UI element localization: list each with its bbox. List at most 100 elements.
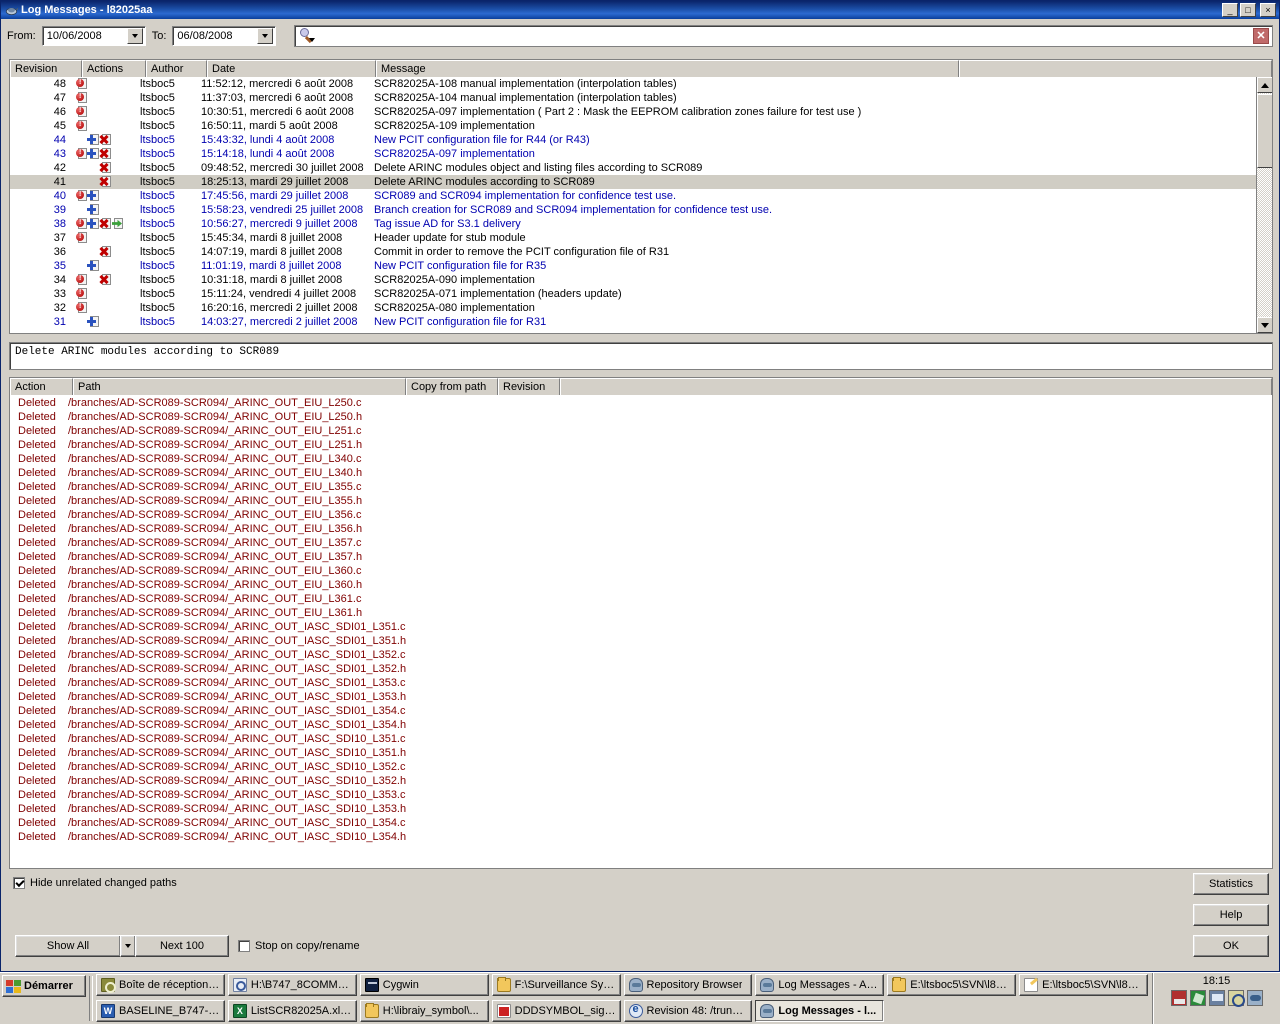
search-input[interactable]	[316, 28, 1253, 44]
taskbar-button[interactable]: H:\B747_8COMMU...	[227, 973, 357, 996]
log-table-row[interactable]: 41 ltsboc5 18:25:13, mardi 29 juillet 2008…	[10, 175, 1272, 189]
close-button[interactable]: ×	[1260, 3, 1276, 17]
clock[interactable]: 18:15	[1203, 975, 1231, 987]
paths-table-row[interactable]: Deleted/branches/AD-SCR089-SCR094/_ARINC…	[10, 746, 1272, 760]
paths-table-row[interactable]: Deleted/branches/AD-SCR089-SCR094/_ARINC…	[10, 718, 1272, 732]
from-date-picker[interactable]: 10/06/2008	[41, 26, 146, 46]
paths-table-row[interactable]: Deleted/branches/AD-SCR089-SCR094/_ARINC…	[10, 578, 1272, 592]
hide-unrelated-changed-paths-checkbox[interactable]: Hide unrelated changed paths	[13, 877, 177, 889]
log-table-row[interactable]: 42 ltsboc5 09:48:52, mercredi 30 juillet 2…	[10, 161, 1272, 175]
show-all-split-button[interactable]: Show All	[15, 935, 136, 957]
display-icon[interactable]	[1208, 990, 1225, 1006]
network-icon[interactable]	[1170, 990, 1187, 1006]
paths-table-row[interactable]: Deleted/branches/AD-SCR089-SCR094/_ARINC…	[10, 648, 1272, 662]
log-table-body[interactable]: 48 ltsboc5 11:52:12, mercredi 6 août 2008 S…	[10, 77, 1272, 333]
paths-table-body[interactable]: Deleted/branches/AD-SCR089-SCR094/_ARINC…	[10, 395, 1272, 868]
checkbox-indicator[interactable]	[238, 940, 250, 952]
column-header-author[interactable]: Author	[146, 60, 207, 77]
paths-table-row[interactable]: Deleted/branches/AD-SCR089-SCR094/_ARINC…	[10, 830, 1272, 844]
stop-on-copy-rename-checkbox[interactable]: Stop on copy/rename	[238, 940, 360, 952]
next-100-button[interactable]: Next 100	[135, 935, 229, 957]
chevron-down-icon[interactable]	[257, 28, 274, 44]
taskbar-button[interactable]: Log Messages - l...	[755, 999, 885, 1022]
paths-table-row[interactable]: Deleted/branches/AD-SCR089-SCR094/_ARINC…	[10, 606, 1272, 620]
start-button[interactable]: Démarrer	[2, 975, 86, 997]
log-table-row[interactable]: 38 ltsboc5 10:56:27, mercredi 9 juillet 20…	[10, 217, 1272, 231]
scroll-down-icon[interactable]	[1257, 317, 1272, 333]
paths-table-row[interactable]: Deleted/branches/AD-SCR089-SCR094/_ARINC…	[10, 452, 1272, 466]
column-header-revision[interactable]: Revision	[498, 378, 560, 395]
taskbar-button[interactable]: F:\Surveillance Syst...	[491, 973, 621, 996]
paths-table-row[interactable]: Deleted/branches/AD-SCR089-SCR094/_ARINC…	[10, 480, 1272, 494]
paths-table-row[interactable]: Deleted/branches/AD-SCR089-SCR094/_ARINC…	[10, 774, 1272, 788]
paths-table-row[interactable]: Deleted/branches/AD-SCR089-SCR094/_ARINC…	[10, 704, 1272, 718]
scrollbar-thumb[interactable]	[1257, 94, 1272, 168]
log-table-row[interactable]: 36 ltsboc5 14:07:19, mardi 8 juillet 2008 C…	[10, 245, 1272, 259]
paths-table-row[interactable]: Deleted/branches/AD-SCR089-SCR094/_ARINC…	[10, 494, 1272, 508]
log-table-row[interactable]: 39 ltsboc5 15:58:23, vendredi 25 juillet 2…	[10, 203, 1272, 217]
commit-message-box[interactable]: Delete ARINC modules according to SCR089	[9, 342, 1273, 370]
log-table-row[interactable]: 46 ltsboc5 10:30:51, mercredi 6 août 2008 S…	[10, 105, 1272, 119]
paths-table-row[interactable]: Deleted/branches/AD-SCR089-SCR094/_ARINC…	[10, 802, 1272, 816]
log-table-row[interactable]: 37 ltsboc5 15:45:34, mardi 8 juillet 2008 H…	[10, 231, 1272, 245]
column-header-actions[interactable]: Actions	[82, 60, 146, 77]
taskbar-button[interactable]: E:\ltsboc5\SVN\l820...	[1019, 973, 1148, 996]
scroll-up-icon[interactable]	[1257, 77, 1272, 93]
clock-icon[interactable]	[1227, 990, 1245, 1007]
taskbar-button[interactable]: E:\ltsboc5\SVN\l820...	[887, 973, 1017, 996]
taskbar-button[interactable]: Log Messages - AD-...	[755, 973, 885, 996]
help-button[interactable]: Help	[1193, 904, 1269, 926]
column-header-path[interactable]: Path	[73, 378, 406, 395]
log-vertical-scrollbar[interactable]	[1256, 77, 1272, 333]
paths-table-row[interactable]: Deleted/branches/AD-SCR089-SCR094/_ARINC…	[10, 550, 1272, 564]
column-header-message[interactable]: Message	[376, 60, 959, 77]
taskbar-button[interactable]: DDDSYMBOL_signe...	[491, 999, 621, 1022]
paths-table-row[interactable]: Deleted/branches/AD-SCR089-SCR094/_ARINC…	[10, 760, 1272, 774]
column-header-copy-from-path[interactable]: Copy from path	[406, 378, 498, 395]
search-box[interactable]: ✕	[294, 25, 1273, 47]
paths-table-row[interactable]: Deleted/branches/AD-SCR089-SCR094/_ARINC…	[10, 592, 1272, 606]
paths-table-row[interactable]: Deleted/branches/AD-SCR089-SCR094/_ARINC…	[10, 466, 1272, 480]
checkbox-indicator[interactable]	[13, 877, 25, 889]
taskbar-button[interactable]: Revision 48: /trunk ...	[623, 999, 753, 1022]
minimize-button[interactable]: _	[1222, 3, 1238, 17]
log-table-row[interactable]: 34 ltsboc5 10:31:18, mardi 8 juillet 2008 S…	[10, 273, 1272, 287]
log-table-row[interactable]: 32 ltsboc5 16:20:16, mercredi 2 juillet 20…	[10, 301, 1272, 315]
log-table-row[interactable]: 48 ltsboc5 11:52:12, mercredi 6 août 2008 S…	[10, 77, 1272, 91]
ok-button[interactable]: OK	[1193, 935, 1269, 957]
log-table-row[interactable]: 45 ltsboc5 16:50:11, mardi 5 août 2008 SCR8…	[10, 119, 1272, 133]
chevron-down-icon[interactable]	[120, 935, 136, 957]
show-all-button[interactable]: Show All	[15, 935, 121, 957]
paths-table-row[interactable]: Deleted/branches/AD-SCR089-SCR094/_ARINC…	[10, 690, 1272, 704]
close-icon[interactable]: ✕	[1253, 28, 1269, 44]
paths-table-row[interactable]: Deleted/branches/AD-SCR089-SCR094/_ARINC…	[10, 634, 1272, 648]
taskbar-button[interactable]: Cygwin	[359, 973, 489, 996]
paths-table-row[interactable]: Deleted/branches/AD-SCR089-SCR094/_ARINC…	[10, 396, 1272, 410]
search-icon[interactable]	[298, 27, 316, 45]
paths-table-row[interactable]: Deleted/branches/AD-SCR089-SCR094/_ARINC…	[10, 620, 1272, 634]
log-table-row[interactable]: 40 ltsboc5 17:45:56, mardi 29 juillet 2008…	[10, 189, 1272, 203]
log-table-row[interactable]: 33 ltsboc5 15:11:24, vendredi 4 juillet 20…	[10, 287, 1272, 301]
paths-table-row[interactable]: Deleted/branches/AD-SCR089-SCR094/_ARINC…	[10, 662, 1272, 676]
statistics-button[interactable]: Statistics	[1193, 873, 1269, 895]
chevron-down-icon[interactable]	[126, 28, 143, 44]
column-header-date[interactable]: Date	[207, 60, 376, 77]
taskbar-button[interactable]: Boîte de réception -...	[96, 973, 225, 996]
paths-table-row[interactable]: Deleted/branches/AD-SCR089-SCR094/_ARINC…	[10, 438, 1272, 452]
paths-table-row[interactable]: Deleted/branches/AD-SCR089-SCR094/_ARINC…	[10, 410, 1272, 424]
paths-table-row[interactable]: Deleted/branches/AD-SCR089-SCR094/_ARINC…	[10, 816, 1272, 830]
paths-table-row[interactable]: Deleted/branches/AD-SCR089-SCR094/_ARINC…	[10, 788, 1272, 802]
log-table-row[interactable]: 47 ltsboc5 11:37:03, mercredi 6 août 2008 S…	[10, 91, 1272, 105]
changed-paths-table[interactable]: Action Path Copy from path Revision Dele…	[9, 377, 1273, 869]
log-table-row[interactable]: 31 ltsboc5 14:03:27, mercredi 2 juillet 20…	[10, 315, 1272, 329]
paths-table-row[interactable]: Deleted/branches/AD-SCR089-SCR094/_ARINC…	[10, 564, 1272, 578]
maximize-button[interactable]: □	[1240, 3, 1256, 17]
paths-table-row[interactable]: Deleted/branches/AD-SCR089-SCR094/_ARINC…	[10, 508, 1272, 522]
column-header-revision[interactable]: Revision	[10, 60, 82, 77]
log-table-row[interactable]: 44 ltsboc5 15:43:32, lundi 4 août 2008 New …	[10, 133, 1272, 147]
tortoise-icon[interactable]	[1246, 990, 1263, 1006]
taskbar-button[interactable]: X ListSCR82025A.xls ...	[227, 999, 357, 1022]
log-table-row[interactable]: 35 ltsboc5 11:01:19, mardi 8 juillet 2008 N…	[10, 259, 1272, 273]
to-date-picker[interactable]: 06/08/2008	[172, 26, 277, 46]
log-table-row[interactable]: 43 ltsboc5 15:14:18, lundi 4 août 2008 SCR8…	[10, 147, 1272, 161]
